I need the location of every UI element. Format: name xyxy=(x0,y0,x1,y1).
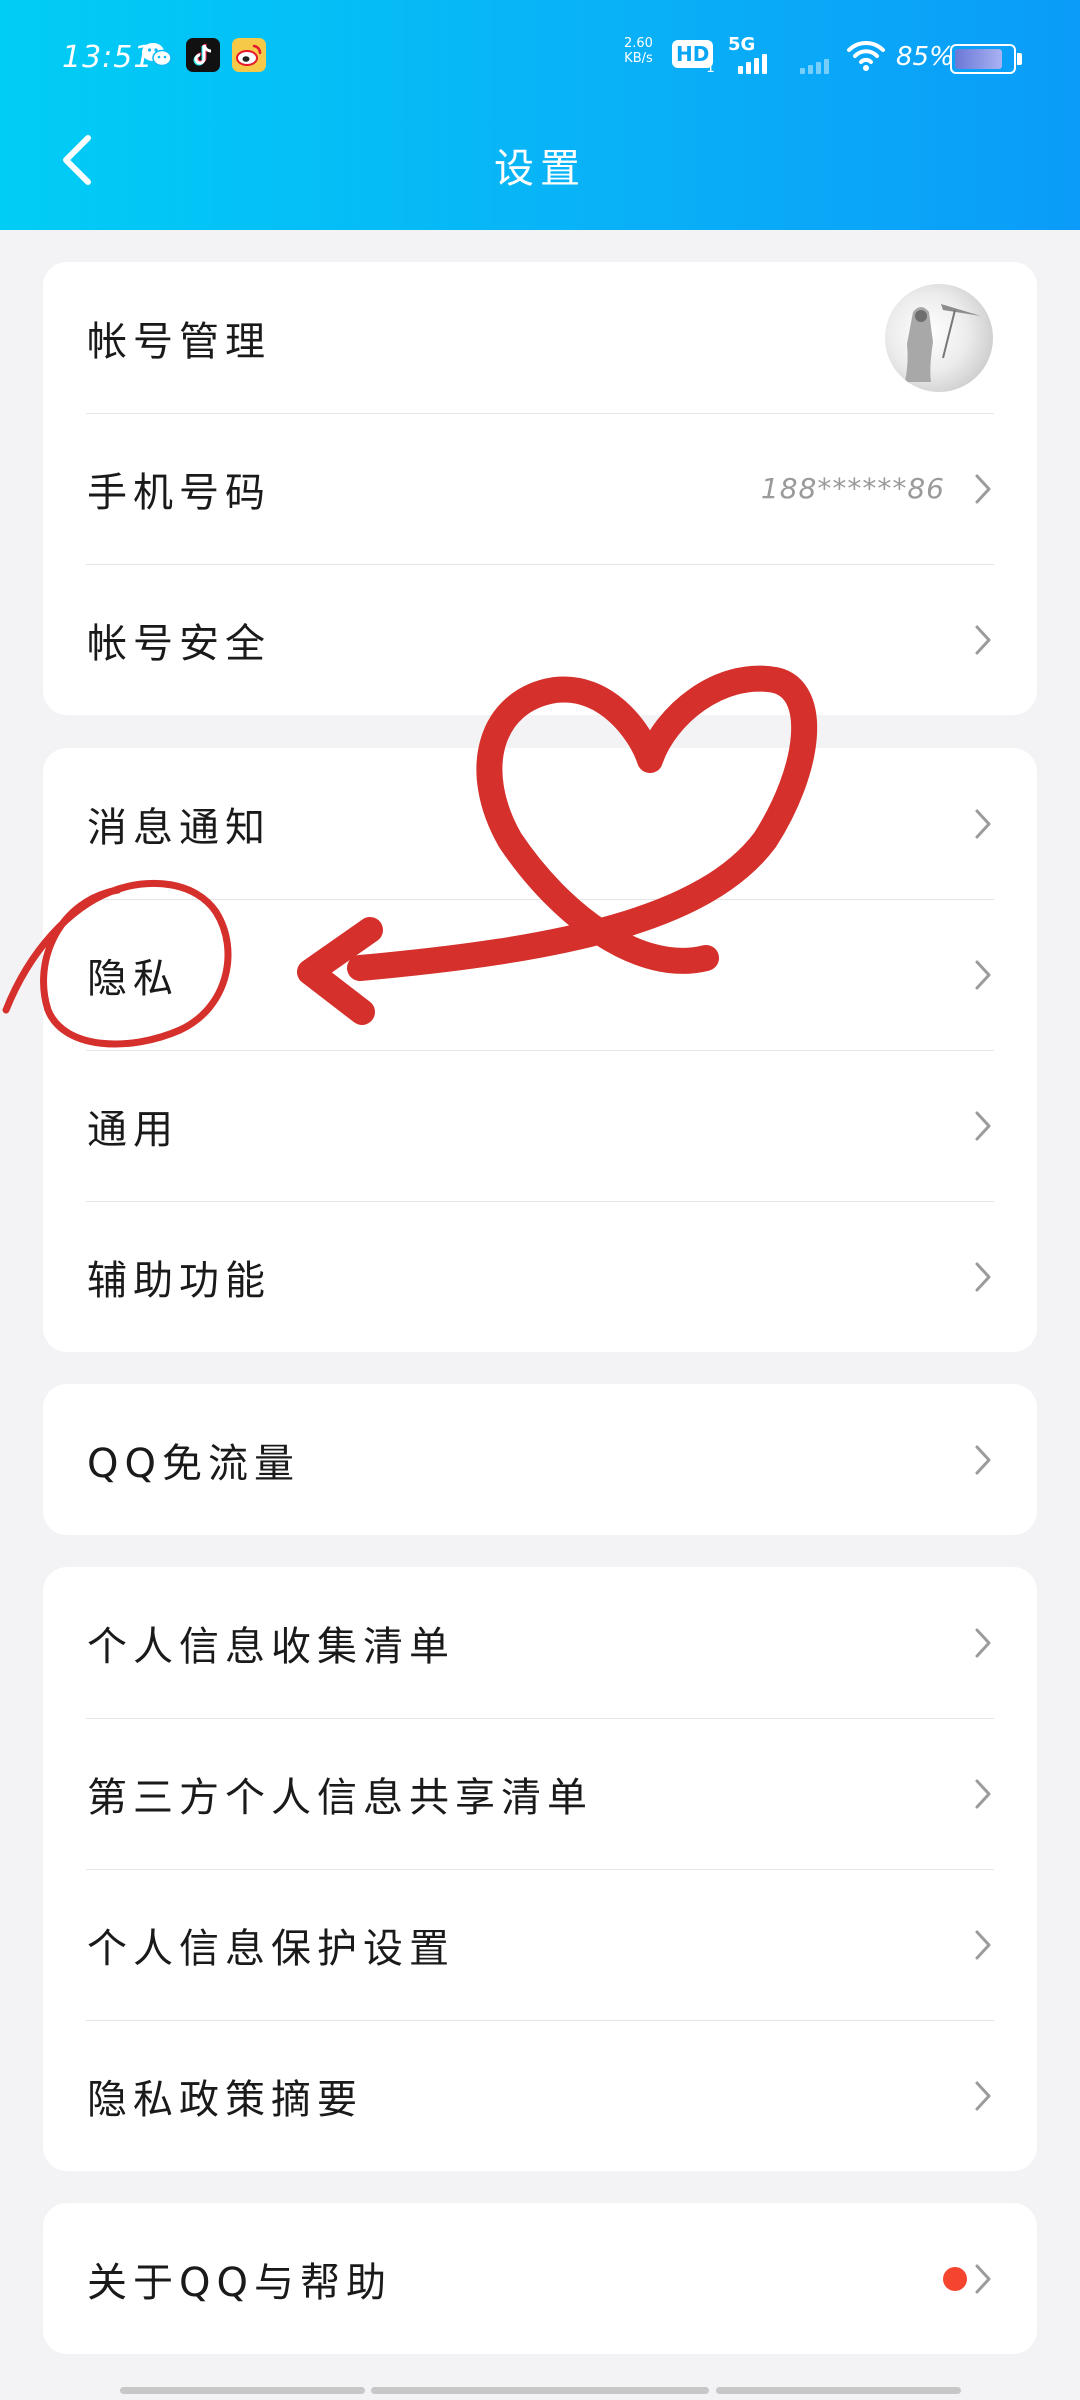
settings-row-label: 第三方个人信息共享清单 xyxy=(87,1774,593,1821)
chevron-right-icon xyxy=(975,1628,991,1657)
settings-row-label: 隐私政策摘要 xyxy=(87,2076,363,2123)
settings-row-label: 辅助功能 xyxy=(87,1257,271,1304)
settings-row-label: 个人信息收集清单 xyxy=(87,1623,455,1670)
settings-group-about: 关于QQ与帮助 xyxy=(43,2203,1037,2354)
chevron-right-icon xyxy=(975,2081,991,2110)
settings-row-label: QQ免流量 xyxy=(87,1440,300,1487)
page-title: 设置 xyxy=(494,146,586,192)
settings-row-label: 帐号安全 xyxy=(87,620,271,667)
settings-row-label: 手机号码 xyxy=(87,469,271,516)
settings-row-notifications[interactable]: 消息通知 xyxy=(43,748,1037,899)
chevron-right-icon xyxy=(975,1445,991,1474)
home-indicator[interactable] xyxy=(371,2387,709,2394)
settings-row-account-security[interactable]: 帐号安全 xyxy=(43,564,1037,715)
settings-row-personal-info-collection[interactable]: 个人信息收集清单 xyxy=(43,1567,1037,1718)
settings-row-privacy-policy-summary[interactable]: 隐私政策摘要 xyxy=(43,2020,1037,2171)
weibo-icon xyxy=(232,38,266,72)
chevron-right-icon xyxy=(975,1262,991,1291)
battery-icon xyxy=(950,44,1016,74)
sim-slot-label: 1 xyxy=(706,60,715,76)
settings-group-personal-info: 个人信息收集清单 第三方个人信息共享清单 个人信息保护设置 隐私政策摘要 xyxy=(43,1567,1037,2171)
chevron-right-icon xyxy=(975,1111,991,1140)
settings-group-general: 消息通知 隐私 通用 辅助功能 xyxy=(43,748,1037,1352)
chevron-right-icon xyxy=(975,474,991,503)
phone-number-value: 188******86 xyxy=(760,472,945,505)
settings-row-label: 关于QQ与帮助 xyxy=(87,2259,392,2306)
chevron-right-icon xyxy=(975,960,991,989)
settings-group-account: 帐号管理 手机号码 188******86 帐号安全 xyxy=(43,262,1037,715)
wifi-icon xyxy=(846,38,886,76)
chevron-right-icon xyxy=(975,2264,991,2293)
avatar-image xyxy=(905,303,981,382)
app-header: 13:51 2.60 KB/s HD 1 5G 85% 设置 xyxy=(0,0,1080,230)
network-type: 5G xyxy=(728,34,756,55)
avatar xyxy=(885,283,993,392)
home-indicator-right xyxy=(716,2387,961,2394)
status-bar: 13:51 2.60 KB/s HD 1 5G 85% xyxy=(0,30,1080,90)
home-indicator-left xyxy=(120,2387,365,2394)
settings-row-about-help[interactable]: 关于QQ与帮助 xyxy=(43,2203,1037,2354)
chevron-right-icon xyxy=(975,625,991,654)
settings-row-privacy[interactable]: 隐私 xyxy=(43,899,1037,1050)
settings-row-personal-info-protection[interactable]: 个人信息保护设置 xyxy=(43,1869,1037,2020)
settings-row-label: 通用 xyxy=(87,1106,179,1153)
settings-row-third-party-sharing[interactable]: 第三方个人信息共享清单 xyxy=(43,1718,1037,1869)
settings-row-account-management[interactable]: 帐号管理 xyxy=(43,262,1037,413)
chevron-right-icon xyxy=(975,1779,991,1808)
settings-row-label: 消息通知 xyxy=(87,804,271,851)
battery-fill xyxy=(955,49,1002,69)
battery-percent: 85% xyxy=(896,42,954,72)
chevron-right-icon xyxy=(975,1930,991,1959)
settings-group-free-data: QQ免流量 xyxy=(43,1384,1037,1535)
network-speed: 2.60 KB/s xyxy=(624,36,653,66)
chevron-right-icon xyxy=(975,809,991,838)
settings-row-qq-free-data[interactable]: QQ免流量 xyxy=(43,1384,1037,1535)
wechat-icon xyxy=(140,38,174,72)
battery-cap xyxy=(1017,53,1022,65)
settings-row-label: 个人信息保护设置 xyxy=(87,1925,455,1972)
settings-row-label: 隐私 xyxy=(87,955,179,1002)
settings-row-label: 帐号管理 xyxy=(87,318,271,365)
settings-row-general[interactable]: 通用 xyxy=(43,1050,1037,1201)
settings-row-accessibility[interactable]: 辅助功能 xyxy=(43,1201,1037,1352)
tiktok-icon xyxy=(186,38,220,72)
notification-dot xyxy=(943,2266,967,2291)
settings-row-phone-number[interactable]: 手机号码 188******86 xyxy=(43,413,1037,564)
